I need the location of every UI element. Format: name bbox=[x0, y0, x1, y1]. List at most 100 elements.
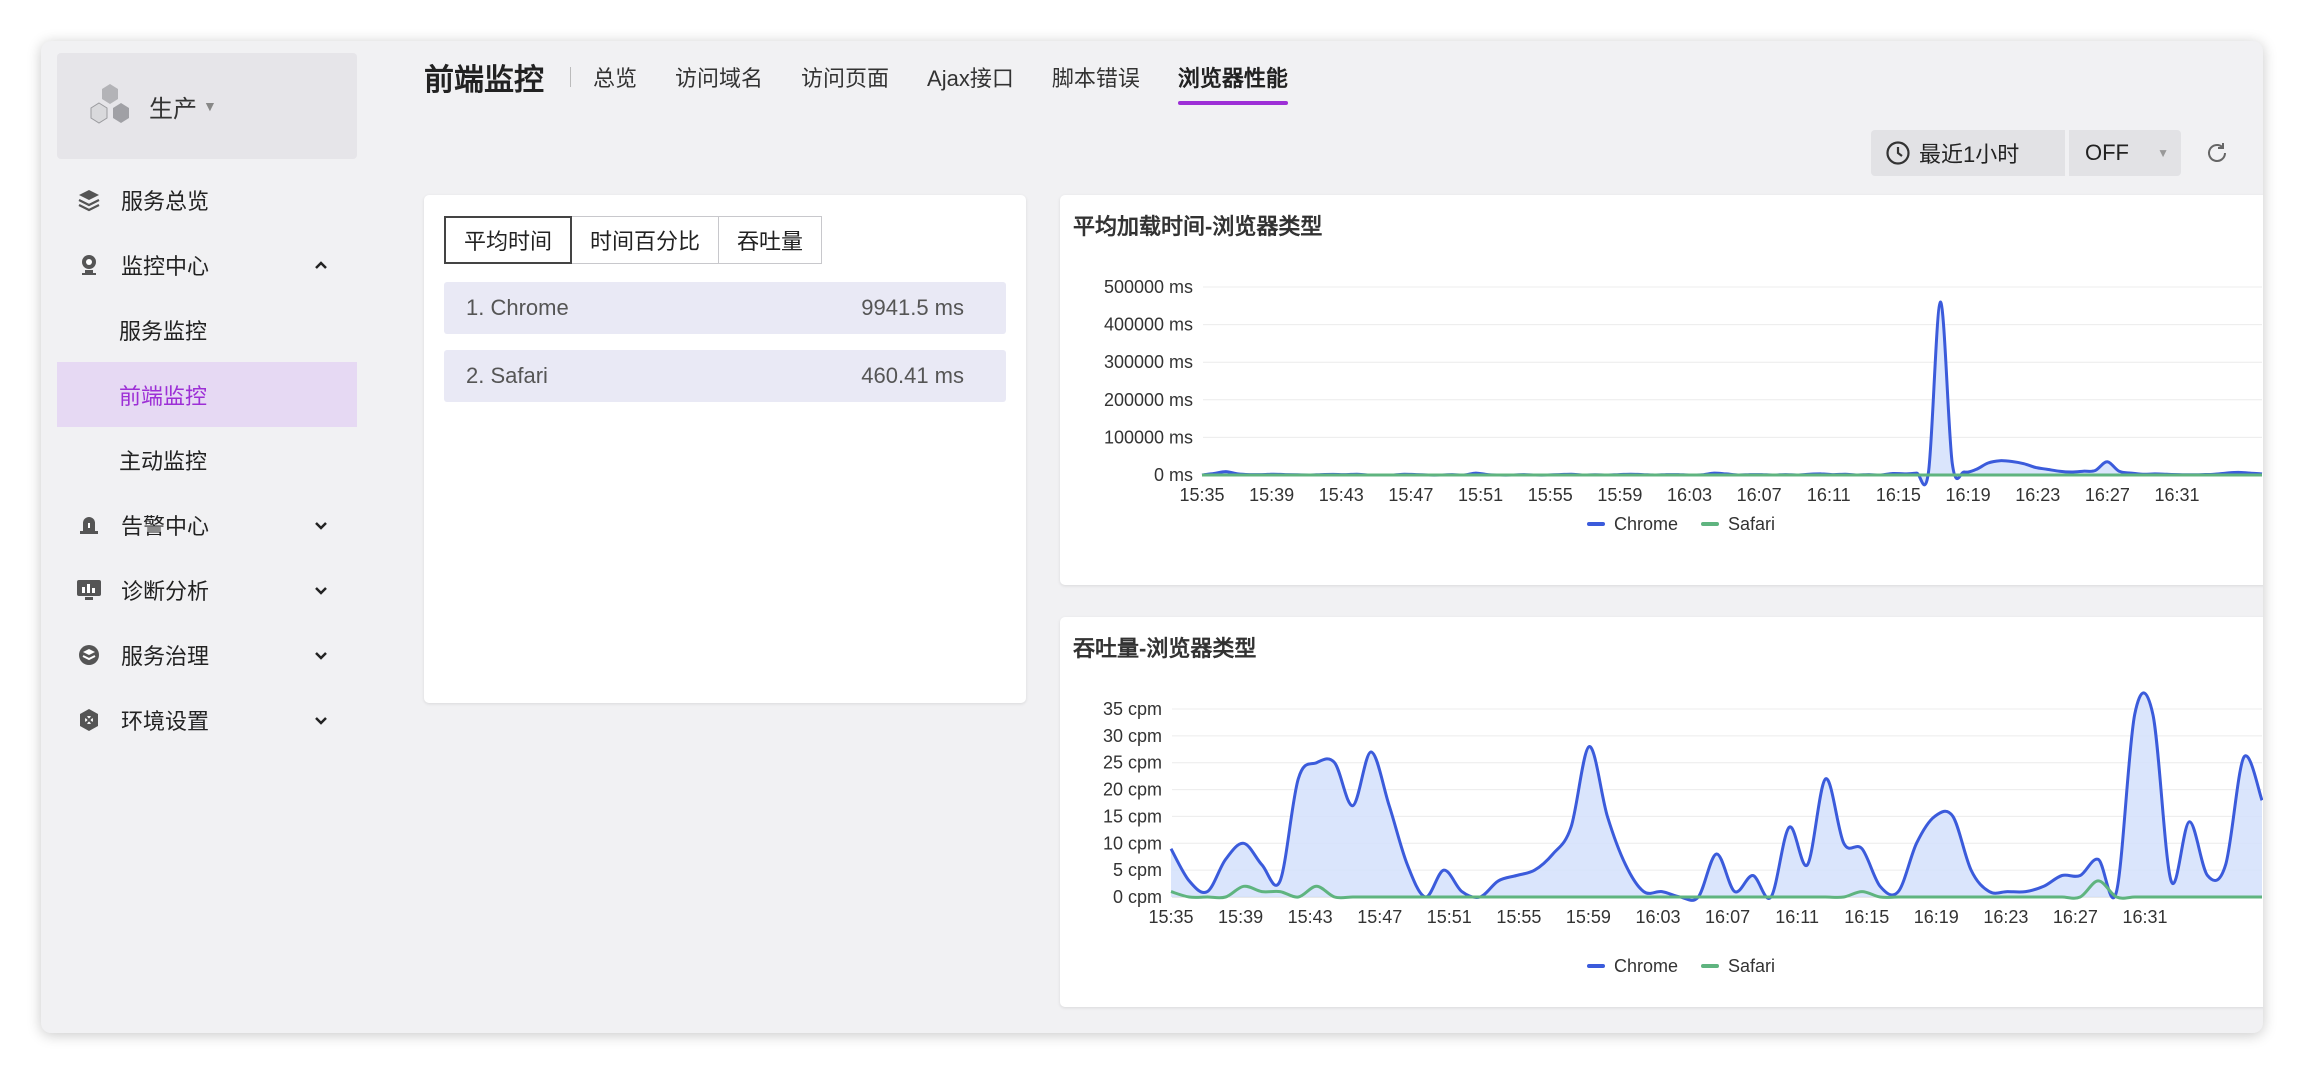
auto-refresh-value: OFF bbox=[2085, 140, 2129, 165]
layers-icon bbox=[75, 186, 103, 214]
tab-domains[interactable]: 访问域名 bbox=[675, 41, 763, 113]
chevron-down-icon bbox=[315, 521, 327, 530]
sidebar-item-service-overview[interactable]: 服务总览 bbox=[57, 167, 357, 232]
refresh-icon[interactable] bbox=[2205, 141, 2229, 165]
x-tick-label: 15:39 bbox=[1218, 907, 1263, 927]
time-range-button[interactable]: 最近1小时 bbox=[1871, 130, 2065, 176]
x-tick-label: 16:23 bbox=[2015, 485, 2060, 505]
y-tick-label: 5 cpm bbox=[1113, 860, 1162, 880]
legend-swatch bbox=[1701, 964, 1719, 968]
app-window: 生产 ▼ 服务总览 监控中心 服务监控 前端监控 主动监控 告警中心 诊断分析 … bbox=[41, 41, 2263, 1033]
x-tick-label: 15:55 bbox=[1496, 907, 1541, 927]
alarm-icon bbox=[75, 511, 103, 539]
sidebar-item-label: 环境设置 bbox=[121, 708, 210, 734]
legend-label[interactable]: Safari bbox=[1728, 956, 1775, 976]
x-tick-label: 16:31 bbox=[2154, 485, 2199, 505]
y-tick-label: 15 cpm bbox=[1103, 806, 1162, 826]
page-title: 前端监控 bbox=[424, 64, 544, 97]
y-tick-label: 10 cpm bbox=[1103, 833, 1162, 853]
sidebar-item-label: 服务监控 bbox=[119, 318, 208, 344]
sidebar-item-label: 服务总览 bbox=[121, 188, 210, 214]
x-tick-label: 16:27 bbox=[2085, 485, 2130, 505]
chevron-down-icon bbox=[315, 586, 327, 595]
browser-name: 1. Chrome bbox=[466, 295, 569, 320]
y-tick-label: 500000 ms bbox=[1104, 277, 1193, 297]
monitor-chart-icon bbox=[75, 576, 103, 604]
list-item[interactable]: 1. Chrome 9941.5 ms bbox=[444, 282, 1006, 334]
x-tick-label: 15:43 bbox=[1288, 907, 1333, 927]
legend-swatch bbox=[1701, 522, 1719, 526]
chevron-down-icon bbox=[315, 651, 327, 660]
x-tick-label: 16:27 bbox=[2053, 907, 2098, 927]
sidebar-item-label: 前端监控 bbox=[119, 383, 208, 409]
y-tick-label: 25 cpm bbox=[1103, 753, 1162, 773]
sidebar-item-alert-center[interactable]: 告警中心 bbox=[57, 492, 357, 557]
time-range-label: 最近1小时 bbox=[1919, 142, 2020, 167]
cubes-logo-icon bbox=[90, 84, 129, 124]
sidebar-item-service-monitoring[interactable]: 服务监控 bbox=[57, 297, 357, 362]
x-tick-label: 15:43 bbox=[1319, 485, 1364, 505]
browser-name: 2. Safari bbox=[466, 363, 548, 388]
x-tick-label: 15:59 bbox=[1597, 485, 1642, 505]
sidebar-item-monitoring-center[interactable]: 监控中心 bbox=[57, 232, 357, 297]
y-tick-label: 20 cpm bbox=[1103, 780, 1162, 800]
throughput-chart: 0 cpm 5 cpm 10 cpm 15 cpm 20 cpm 25 cpm 30 cpm… bbox=[1103, 691, 2263, 976]
tab-average-time[interactable]: 平均时间 bbox=[444, 216, 573, 264]
legend-label[interactable]: Chrome bbox=[1614, 514, 1678, 534]
tab-ajax[interactable]: Ajax接口 bbox=[927, 41, 1014, 113]
avg-load-time-chart: 0 ms 100000 ms 200000 ms 300000 ms 400000 ms… bbox=[1104, 277, 2263, 534]
browser-value: 460.41 ms bbox=[861, 363, 964, 388]
y-tick-label: 400000 ms bbox=[1104, 315, 1193, 335]
legend-label[interactable]: Safari bbox=[1728, 514, 1775, 534]
auto-refresh-select[interactable]: OFF ▼ bbox=[2069, 130, 2181, 176]
x-tick-label: 16:31 bbox=[2122, 907, 2167, 927]
series-area-chrome bbox=[1171, 692, 2262, 901]
tab-pages[interactable]: 访问页面 bbox=[801, 41, 889, 113]
x-tick-label: 15:51 bbox=[1427, 907, 1472, 927]
throughput-chart-panel: 吞吐量-浏览器类型 0 cpm 5 cpm 10 cpm 15 cpm 20 cpm 25… bbox=[1060, 617, 2263, 1007]
sidebar-item-frontend-monitoring[interactable]: 前端监控 bbox=[57, 362, 357, 427]
list-item[interactable]: 2. Safari 460.41 ms bbox=[444, 350, 1006, 402]
legend-swatch bbox=[1587, 964, 1605, 968]
y-tick-label: 0 ms bbox=[1154, 465, 1193, 485]
tab-time-percentile[interactable]: 时间百分比 bbox=[572, 216, 720, 264]
top-navigation: 前端监控 总览 访问域名 访问页面 Ajax接口 脚本错误 浏览器性能 bbox=[424, 41, 1326, 113]
sidebar-item-label: 诊断分析 bbox=[121, 578, 210, 604]
sidebar-item-diagnostic-analysis[interactable]: 诊断分析 bbox=[57, 557, 357, 622]
sidebar-item-label: 告警中心 bbox=[121, 513, 210, 539]
chevron-down-icon bbox=[315, 716, 327, 725]
main-content: 前端监控 总览 访问域名 访问页面 Ajax接口 脚本错误 浏览器性能 最近1小… bbox=[381, 41, 2263, 1033]
divider bbox=[570, 67, 571, 87]
chevron-up-icon bbox=[315, 260, 327, 269]
x-tick-label: 16:07 bbox=[1737, 485, 1782, 505]
x-tick-label: 15:47 bbox=[1388, 485, 1433, 505]
x-tick-label: 16:19 bbox=[1946, 485, 1991, 505]
x-tick-label: 16:03 bbox=[1667, 485, 1712, 505]
tab-browser-performance[interactable]: 浏览器性能 bbox=[1177, 41, 1288, 113]
sidebar: 生产 ▼ 服务总览 监控中心 服务监控 前端监控 主动监控 告警中心 诊断分析 … bbox=[57, 53, 357, 752]
x-tick-label: 15:59 bbox=[1566, 907, 1611, 927]
tab-throughput[interactable]: 吞吐量 bbox=[719, 216, 823, 264]
caret-down-icon: ▼ bbox=[203, 98, 217, 114]
x-tick-label: 16:11 bbox=[1807, 485, 1851, 505]
tab-script-errors[interactable]: 脚本错误 bbox=[1052, 41, 1140, 113]
caret-down-icon: ▼ bbox=[2157, 146, 2169, 160]
sidebar-item-environment-settings[interactable]: 环境设置 bbox=[57, 687, 357, 752]
environment-selector[interactable]: 生产 ▼ bbox=[57, 53, 357, 159]
x-tick-label: 16:15 bbox=[1844, 907, 1889, 927]
sidebar-item-service-governance[interactable]: 服务治理 bbox=[57, 622, 357, 687]
x-tick-label: 15:39 bbox=[1249, 485, 1294, 505]
x-tick-label: 15:51 bbox=[1458, 485, 1503, 505]
x-tick-label: 16:23 bbox=[1983, 907, 2028, 927]
x-tick-label: 16:19 bbox=[1914, 907, 1959, 927]
time-toolbar: 最近1小时 OFF ▼ bbox=[1871, 130, 2229, 176]
shield-layers-icon bbox=[75, 641, 103, 669]
legend-label[interactable]: Chrome bbox=[1614, 956, 1678, 976]
sidebar-item-active-monitoring[interactable]: 主动监控 bbox=[57, 427, 357, 492]
x-tick-label: 15:55 bbox=[1528, 485, 1573, 505]
x-tick-label: 15:47 bbox=[1357, 907, 1402, 927]
tab-overview[interactable]: 总览 bbox=[593, 41, 637, 113]
x-tick-label: 16:07 bbox=[1705, 907, 1750, 927]
x-tick-label: 15:35 bbox=[1148, 907, 1193, 927]
series-line-chrome bbox=[1201, 300, 2263, 487]
